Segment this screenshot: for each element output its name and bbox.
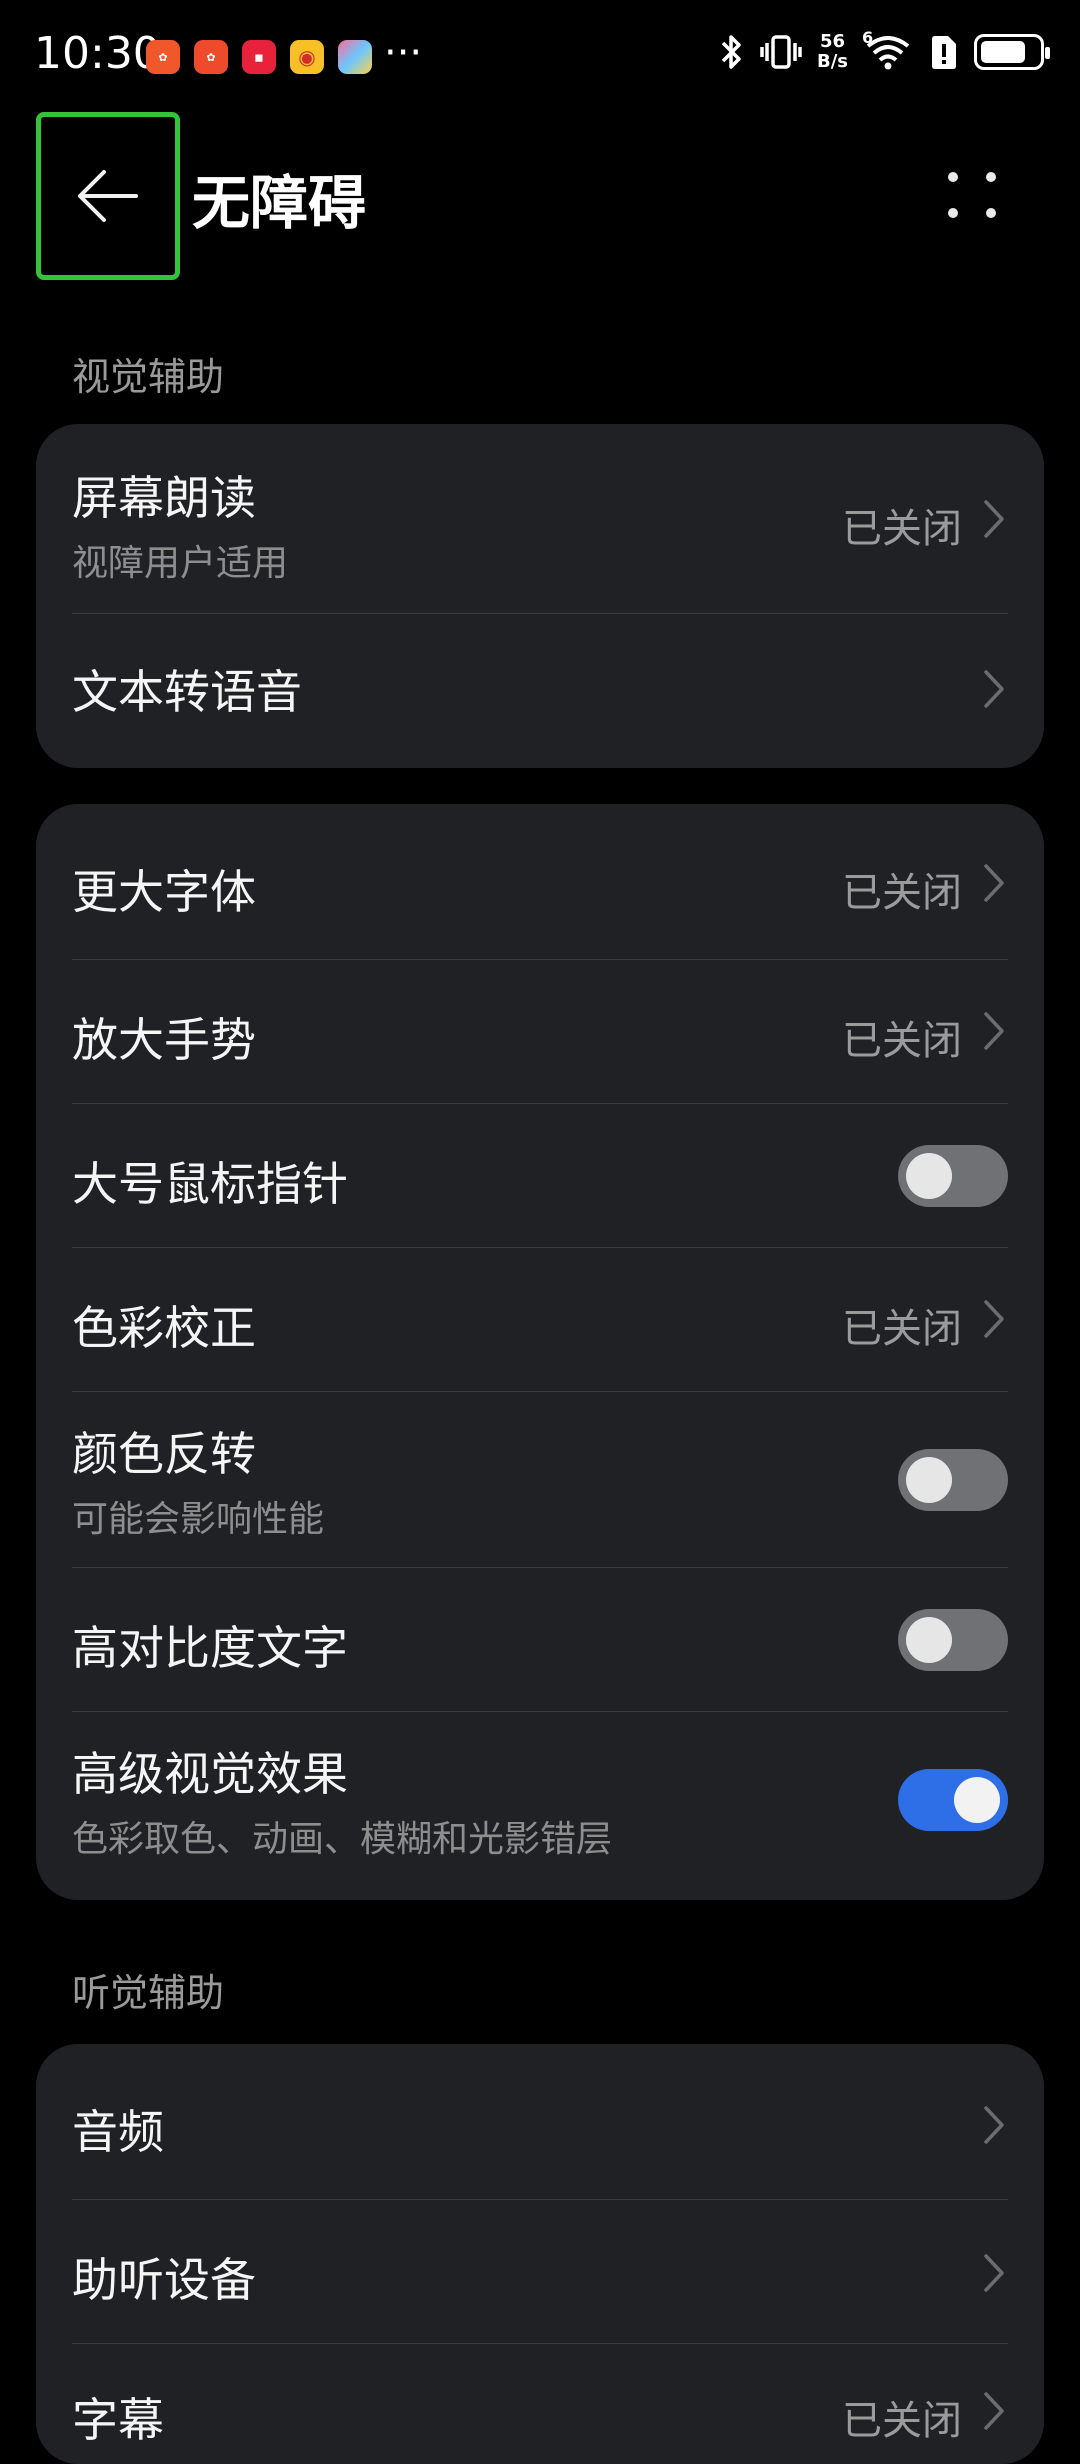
row-hearing-aid[interactable]: 助听设备: [36, 2200, 1044, 2344]
chevron-right-icon: [984, 864, 1004, 902]
row-larger-font[interactable]: 更大字体 已关闭: [36, 804, 1044, 960]
more-dot-icon: [948, 172, 958, 182]
chevron-right-icon: [984, 2106, 1004, 2144]
chevron-right-icon: [984, 500, 1004, 538]
chevron-right-icon: [984, 2392, 1004, 2430]
system-status-icons: 56 B/s 6: [719, 28, 1050, 72]
sim-alert-icon: [932, 36, 956, 69]
card-visual-basic: 屏幕朗读 视障用户适用 已关闭 文本转语音: [36, 424, 1044, 768]
app-orange-icon: ✿: [146, 40, 180, 74]
network-speed-unit: B/s: [816, 51, 848, 72]
toggle-knob: [906, 1617, 952, 1663]
row-magnify-gesture[interactable]: 放大手势 已关闭: [36, 960, 1044, 1104]
more-options-button[interactable]: [936, 164, 1008, 230]
row-status-value: 已关闭: [842, 506, 962, 552]
toggle-knob: [954, 1777, 1000, 1823]
row-subtitle: 可能会影响性能: [72, 1499, 325, 1540]
app-red-icon: ◼: [242, 40, 276, 74]
card-hearing: 音频 助听设备 字幕 已关闭: [36, 2044, 1044, 2464]
large-pointer-toggle[interactable]: [898, 1145, 1008, 1207]
row-title: 高对比度文字: [72, 1621, 348, 1675]
row-title: 文本转语音: [72, 665, 302, 719]
weibo-icon: ◉: [290, 40, 324, 74]
row-title: 屏幕朗读: [72, 471, 256, 525]
row-color-correction[interactable]: 色彩校正 已关闭: [36, 1248, 1044, 1392]
toggle-knob: [906, 1457, 952, 1503]
toggle-knob: [906, 1153, 952, 1199]
color-inversion-toggle[interactable]: [898, 1449, 1008, 1511]
more-dot-icon: [986, 208, 996, 218]
row-subtitles[interactable]: 字幕 已关闭: [36, 2344, 1044, 2464]
status-time: 10:30: [34, 28, 161, 79]
row-status-value: 已关闭: [842, 1306, 962, 1352]
card-visual-display: 更大字体 已关闭 放大手势 已关闭 大号鼠标指针 色彩校正 已关闭 颜色反转 可…: [36, 804, 1044, 1900]
wifi-generation-label: 6: [862, 28, 874, 47]
high-contrast-toggle[interactable]: [898, 1609, 1008, 1671]
row-title: 颜色反转: [72, 1427, 256, 1481]
row-title: 助听设备: [72, 2253, 256, 2307]
row-status-value: 已关闭: [842, 1018, 962, 1064]
wifi-icon: 6: [862, 28, 914, 72]
battery-icon: [974, 34, 1050, 70]
row-audio[interactable]: 音频: [36, 2044, 1044, 2200]
row-title: 字幕: [72, 2393, 164, 2447]
chevron-right-icon: [984, 1300, 1004, 1338]
row-status-value: 已关闭: [842, 2398, 962, 2444]
app-red-orange-icon: ✿: [194, 40, 228, 74]
section-label-visual: 视觉辅助: [72, 355, 225, 399]
row-screen-reader[interactable]: 屏幕朗读 视障用户适用 已关闭: [36, 424, 1044, 614]
row-advanced-visual-effects: 高级视觉效果 色彩取色、动画、模糊和光影错层: [36, 1712, 1044, 1900]
row-title: 大号鼠标指针: [72, 1157, 348, 1211]
arrow-left-icon: [78, 170, 138, 222]
network-speed-value: 56: [819, 31, 846, 52]
advanced-visual-toggle[interactable]: [898, 1769, 1008, 1831]
more-dot-icon: [948, 208, 958, 218]
chevron-right-icon: [984, 1012, 1004, 1050]
network-speed: 56 B/s: [817, 32, 848, 72]
row-title: 色彩校正: [72, 1301, 256, 1355]
back-button[interactable]: [36, 112, 180, 280]
page-title: 无障碍: [192, 169, 367, 237]
row-status-value: 已关闭: [842, 870, 962, 916]
row-subtitle: 色彩取色、动画、模糊和光影错层: [72, 1819, 613, 1860]
row-title: 更大字体: [72, 865, 256, 919]
row-large-pointer: 大号鼠标指针: [36, 1104, 1044, 1248]
more-dot-icon: [986, 172, 996, 182]
notification-icons: ✿ ✿ ◼ ◉: [146, 40, 372, 74]
row-title: 高级视觉效果: [72, 1747, 348, 1801]
app-colorful-icon: [338, 40, 372, 74]
chevron-right-icon: [984, 670, 1004, 708]
chevron-right-icon: [984, 2254, 1004, 2292]
section-label-hearing: 听觉辅助: [72, 1971, 225, 2015]
row-text-to-speech[interactable]: 文本转语音: [36, 614, 1044, 764]
row-color-inversion: 颜色反转 可能会影响性能: [36, 1392, 1044, 1568]
more-notifications-icon: ···: [384, 30, 423, 76]
row-high-contrast-text: 高对比度文字: [36, 1568, 1044, 1712]
row-subtitle: 视障用户适用: [72, 543, 289, 584]
status-bar: 10:30 ✿ ✿ ◼ ◉ ··· 56 B/s 6: [0, 0, 1080, 110]
vibrate-icon: [760, 35, 802, 69]
bluetooth-icon: [721, 35, 741, 69]
row-title: 音频: [72, 2105, 164, 2159]
row-title: 放大手势: [72, 1013, 256, 1067]
